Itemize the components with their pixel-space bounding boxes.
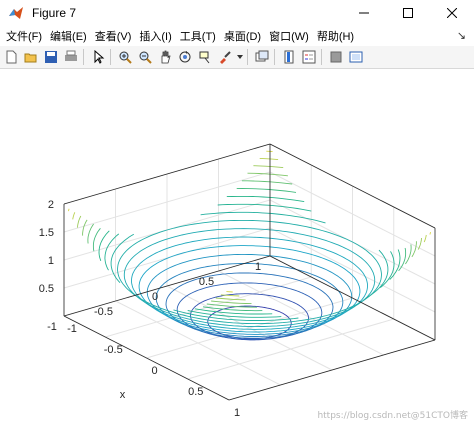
- matlab-icon: [8, 5, 24, 21]
- axis-line: [228, 339, 436, 401]
- y-tick-label: 0: [152, 291, 158, 303]
- window-title: Figure 7: [32, 6, 77, 20]
- figure-toolbar: [0, 46, 474, 69]
- legend-icon[interactable]: [300, 48, 318, 66]
- y-tick-label: -0.5: [94, 306, 113, 318]
- rotate-icon[interactable]: [176, 48, 194, 66]
- maximize-button[interactable]: [386, 0, 430, 26]
- contour-line: [405, 244, 412, 265]
- contour-line: [429, 231, 432, 235]
- contour-line: [247, 172, 288, 177]
- link-icon[interactable]: [253, 48, 271, 66]
- close-icon: [447, 8, 457, 18]
- zoom-out-icon[interactable]: [136, 48, 154, 66]
- open-icon[interactable]: [22, 48, 40, 66]
- menu-window[interactable]: 窗口(W): [269, 28, 309, 44]
- z-tick-label: 0.5: [39, 283, 54, 295]
- menu-desktop[interactable]: 桌面(D): [224, 28, 261, 44]
- x-tick-label: 0.5: [188, 386, 203, 398]
- contour-line: [217, 203, 312, 212]
- hide-tools-icon[interactable]: [327, 48, 345, 66]
- x-tick-label: -0.5: [104, 344, 123, 356]
- y-tick-label: 1: [255, 261, 261, 273]
- menu-insert[interactable]: 插入(I): [139, 28, 171, 44]
- x-tick-label: 1: [234, 407, 240, 419]
- x-axis-label: x: [120, 389, 126, 401]
- menu-tools[interactable]: 工具(T): [180, 28, 216, 44]
- contour-line: [72, 212, 76, 220]
- x-tick-label: -1: [67, 323, 77, 335]
- minimize-button[interactable]: [342, 0, 386, 26]
- toolbar-separator: [321, 49, 322, 65]
- menu-view[interactable]: 查看(V): [95, 28, 132, 44]
- zoom-in-icon[interactable]: [116, 48, 134, 66]
- grid-line: [218, 270, 384, 356]
- close-button[interactable]: [430, 0, 474, 26]
- contour-line: [104, 233, 120, 271]
- menu-help[interactable]: 帮助(H): [317, 28, 354, 44]
- contour-line: [67, 208, 70, 212]
- new-icon[interactable]: [2, 48, 20, 66]
- minimize-icon: [359, 12, 369, 14]
- contour-line: [241, 180, 293, 185]
- toolbar-separator: [247, 49, 248, 65]
- contour-line: [146, 253, 353, 335]
- pointer-icon[interactable]: [89, 48, 107, 66]
- contour-line: [82, 219, 88, 236]
- y-tick-label: 0.5: [199, 276, 214, 288]
- contour-line: [236, 188, 297, 193]
- contour-line: [215, 297, 246, 301]
- toolbar-separator: [274, 49, 275, 65]
- z-tick-label: 2: [48, 199, 54, 211]
- menu-edit[interactable]: 编辑(E): [50, 28, 87, 44]
- print-icon[interactable]: [62, 48, 80, 66]
- dock-arrow-icon[interactable]: ↘: [457, 29, 466, 42]
- axes-grid: [63, 143, 436, 401]
- menu-file[interactable]: 文件(F): [6, 28, 42, 44]
- toolbar-separator: [83, 49, 84, 65]
- colorbar-icon[interactable]: [280, 48, 298, 66]
- watermark-text: https://blog.csdn.net@51CTO博客: [317, 409, 468, 421]
- data-cursor-icon[interactable]: [196, 48, 214, 66]
- contour-line: [110, 233, 135, 283]
- dock-figure-icon[interactable]: [347, 48, 365, 66]
- contour-line: [411, 241, 417, 258]
- axis-line: [63, 315, 230, 401]
- x-tick-label: 0: [151, 365, 157, 377]
- maximize-icon: [403, 8, 413, 18]
- menu-bar: 文件(F) 编辑(E) 查看(V) 插入(I) 工具(T) 桌面(D) 窗口(W…: [0, 26, 474, 46]
- contour-line: [364, 249, 389, 299]
- contour-line: [176, 282, 323, 340]
- z-tick-label: 1: [48, 255, 54, 267]
- contour-line: [423, 234, 427, 243]
- contour-line: [87, 223, 94, 244]
- pan-icon[interactable]: [156, 48, 174, 66]
- contour-line: [77, 215, 82, 228]
- y-tick-label: -1: [47, 321, 57, 333]
- save-icon[interactable]: [42, 48, 60, 66]
- contour-plot[interactable]: 2 1.5 1 0.5 1 0.5 0 -0.5 -1 -1 -0.5 0 0.5 1 x https://b…: [0, 69, 474, 424]
- contour-lines: [67, 150, 432, 341]
- contour-line: [259, 157, 279, 161]
- contour-line: [211, 300, 252, 305]
- chevron-down-icon[interactable]: [236, 48, 244, 66]
- contour-line: [253, 165, 284, 169]
- z-tick-label: 1.5: [39, 227, 54, 239]
- brush-icon[interactable]: [216, 48, 234, 66]
- title-bar: Figure 7: [0, 0, 474, 26]
- tick-labels: 2 1.5 1 0.5 1 0.5 0 -0.5 -1 -1 -0.5 0 0.5 1 x https://b…: [39, 199, 468, 421]
- toolbar-separator: [110, 49, 111, 65]
